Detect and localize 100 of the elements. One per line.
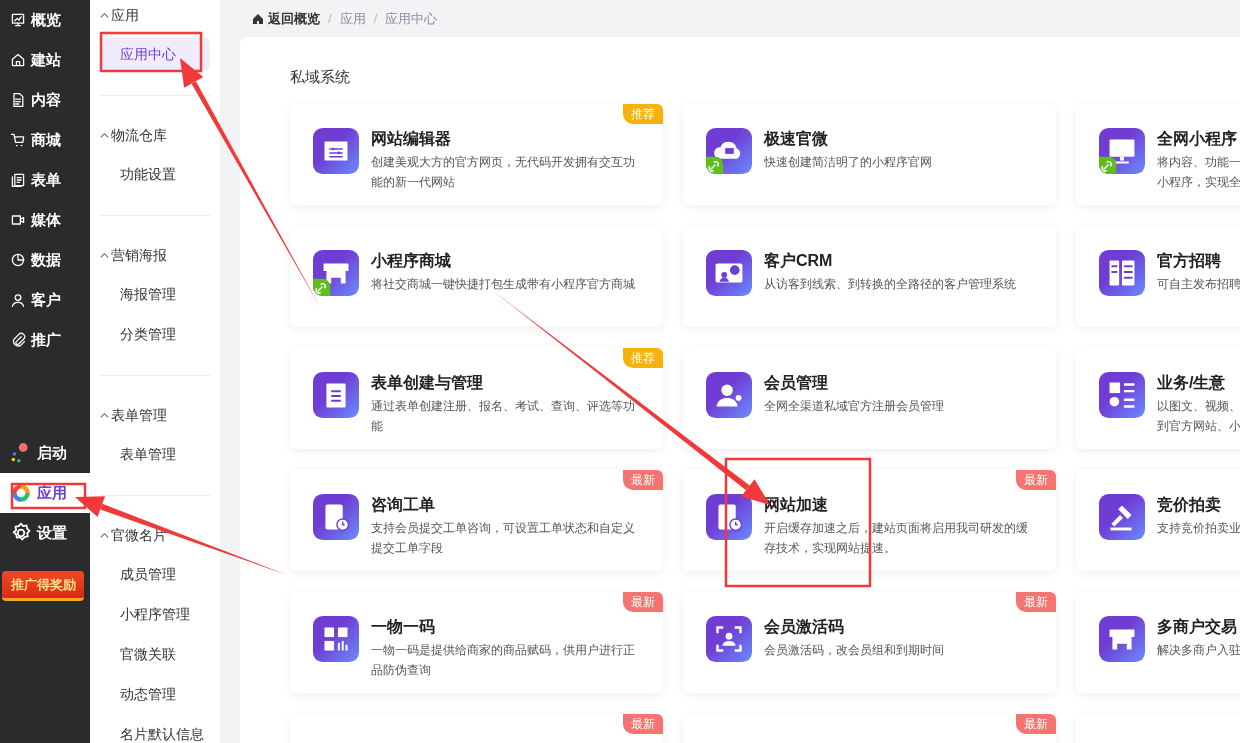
breadcrumb-separator: /	[328, 9, 332, 28]
ticket-clock-icon	[706, 494, 752, 540]
app-title: 网站编辑器	[371, 129, 451, 149]
submenu-item[interactable]: 名片默认信息	[100, 717, 210, 743]
section-title: 私域系统	[290, 67, 350, 87]
nav-item[interactable]: 内容	[0, 80, 90, 120]
app-title: 极速官微	[764, 129, 828, 149]
app-card[interactable]: 小程序商城 将社交商城一键快捷打包生成带有小程序官方商城	[290, 226, 663, 327]
app-card[interactable]: 会员激活码 会员激活码，改会员组和到期时间 最新	[683, 592, 1056, 693]
group-header[interactable]: 物流仓库	[100, 120, 167, 150]
tag: 最新	[1016, 470, 1056, 490]
app-card[interactable]: 全网小程序 将内容、功能一 小程序，实现全	[1076, 104, 1240, 205]
nav-item[interactable]: 媒体	[0, 200, 90, 240]
user-icon	[10, 292, 26, 308]
app-card[interactable]: 极速官微 快速创建简洁明了的小程序官网	[683, 104, 1056, 205]
app-description: 可自主发布招聘	[1157, 276, 1240, 293]
app-title: 官方招聘	[1157, 251, 1221, 271]
app-description: 支持会员提交工单咨询，可设置工单状态和自定义 提交工单字段	[371, 520, 635, 557]
browser-icon	[313, 128, 359, 174]
hiring-icon	[1099, 250, 1145, 296]
ticket-clock-icon	[313, 494, 359, 540]
caret-icon	[100, 130, 109, 140]
nav-item[interactable]: 设置	[0, 513, 90, 553]
submenu-item[interactable]: 官微关联	[100, 637, 210, 671]
caret-icon	[100, 410, 109, 420]
submenu-item[interactable]: 海报管理	[100, 277, 210, 311]
app-description: 将社交商城一键快捷打包生成带有小程序官方商城	[371, 276, 635, 293]
app-title: 会员激活码	[764, 617, 844, 637]
video-icon	[10, 212, 26, 228]
clipboard-icon	[313, 372, 359, 418]
group-header[interactable]: 表单管理	[100, 400, 167, 430]
app-title: 一物一码	[371, 617, 435, 637]
app-description: 从访客到线索、到转换的全路径的客户管理系统	[764, 276, 1016, 293]
app-description: 解决多商户入驻	[1157, 642, 1240, 659]
app-title: 业务/生意	[1157, 373, 1226, 393]
gavel-icon	[1099, 494, 1145, 540]
chat-card-icon	[706, 250, 752, 296]
tag: 最新	[1016, 714, 1056, 734]
caret-icon	[100, 250, 109, 260]
submenu-item[interactable]: 动态管理	[100, 677, 210, 711]
member-icon	[706, 372, 752, 418]
app-description: 一物一码是提供给商家的商品赋码，供用户进行正 品防伪查询	[371, 642, 635, 679]
group-header[interactable]: 应用	[100, 0, 139, 30]
nav-item[interactable]: 概览	[0, 0, 90, 40]
media-list-icon	[1099, 372, 1145, 418]
group-header[interactable]: 营销海报	[100, 240, 167, 270]
app-card[interactable]: 网站编辑器 创建美观大方的官方网页，无代码开发拥有交互功 能的新一代网站 推荐	[290, 104, 663, 205]
tag: 最新	[1016, 592, 1056, 612]
submenu-item[interactable]: 小程序管理	[100, 597, 210, 631]
caret-icon	[100, 10, 109, 20]
scan-user-icon	[706, 616, 752, 662]
app-card[interactable]: 竞价拍卖 支持竞价拍卖业	[1076, 470, 1240, 571]
submenu-item[interactable]: 功能设置	[100, 157, 210, 191]
app-description: 通过表单创建注册、报名、考试、查询、评选等功 能	[371, 398, 635, 435]
app-title: 会员管理	[764, 373, 828, 393]
back-link[interactable]: 返回概览	[252, 8, 320, 29]
group-header[interactable]: 官微名片	[100, 520, 167, 550]
tag: 最新	[623, 592, 663, 612]
app-card[interactable]: 客户CRM 从访客到线索、到转换的全路径的客户管理系统	[683, 226, 1056, 327]
app-description: 创建美观大方的官方网页，无代码开发拥有交互功 能的新一代网站	[371, 154, 635, 191]
app-card[interactable]: 官方招聘 可自主发布招聘	[1076, 226, 1240, 327]
app-title: 竞价拍卖	[1157, 495, 1221, 515]
app-card[interactable]: 会员管理 全网全渠道私域官方注册会员管理	[683, 348, 1056, 449]
storefront-icon	[1099, 616, 1145, 662]
app-card[interactable]: 多商户交易 解决多商户入驻	[1076, 592, 1240, 693]
app-card[interactable]: 咨询工单 支持会员提交工单咨询，可设置工单状态和自定义 提交工单字段 最新	[290, 470, 663, 571]
document-icon	[10, 92, 26, 108]
submenu-item[interactable]: 表单管理	[100, 437, 210, 471]
form-icon	[10, 172, 26, 188]
home-icon	[252, 12, 264, 25]
nav-item[interactable]: 建站	[0, 40, 90, 80]
nav-item[interactable]: 商城	[0, 120, 90, 160]
nav-item[interactable]: 数据	[0, 240, 90, 280]
nav-item[interactable]: 推广	[0, 320, 90, 360]
submenu-item[interactable]: 分类管理	[100, 317, 210, 351]
cart-icon	[10, 132, 26, 148]
app-title: 咨询工单	[371, 495, 435, 515]
app-title: 表单创建与管理	[371, 373, 483, 393]
app-title: 多商户交易	[1157, 617, 1237, 637]
nav-item[interactable]: 表单	[0, 160, 90, 200]
caret-icon	[100, 530, 109, 540]
app-card[interactable]: 一物一码 一物一码是提供给商家的商品赋码，供用户进行正 品防伪查询 最新	[290, 592, 663, 693]
tag: 推荐	[623, 104, 663, 124]
grid-icon	[313, 616, 359, 662]
app-description: 快速创建简洁明了的小程序官网	[764, 154, 932, 171]
app-card[interactable]: 表单创建与管理 通过表单创建注册、报名、考试、查询、评选等功 能 推荐	[290, 348, 663, 449]
nav-item[interactable]: 客户	[0, 280, 90, 320]
app-description: 全网全渠道私域官方注册会员管理	[764, 398, 944, 415]
tag: 最新	[623, 470, 663, 490]
submenu-item[interactable]: 应用中心	[100, 37, 210, 71]
app-description: 会员激活码，改会员组和到期时间	[764, 642, 944, 659]
tag: 推荐	[623, 348, 663, 368]
home-icon	[10, 52, 26, 68]
pie-chart-icon	[10, 252, 26, 268]
nav-item[interactable]: 启动	[0, 433, 90, 473]
tag: 最新	[623, 714, 663, 734]
app-title: 客户CRM	[764, 251, 833, 271]
ring-icon	[10, 482, 32, 504]
submenu-item[interactable]: 成员管理	[100, 557, 210, 591]
app-description: 支持竞价拍卖业	[1157, 520, 1240, 537]
